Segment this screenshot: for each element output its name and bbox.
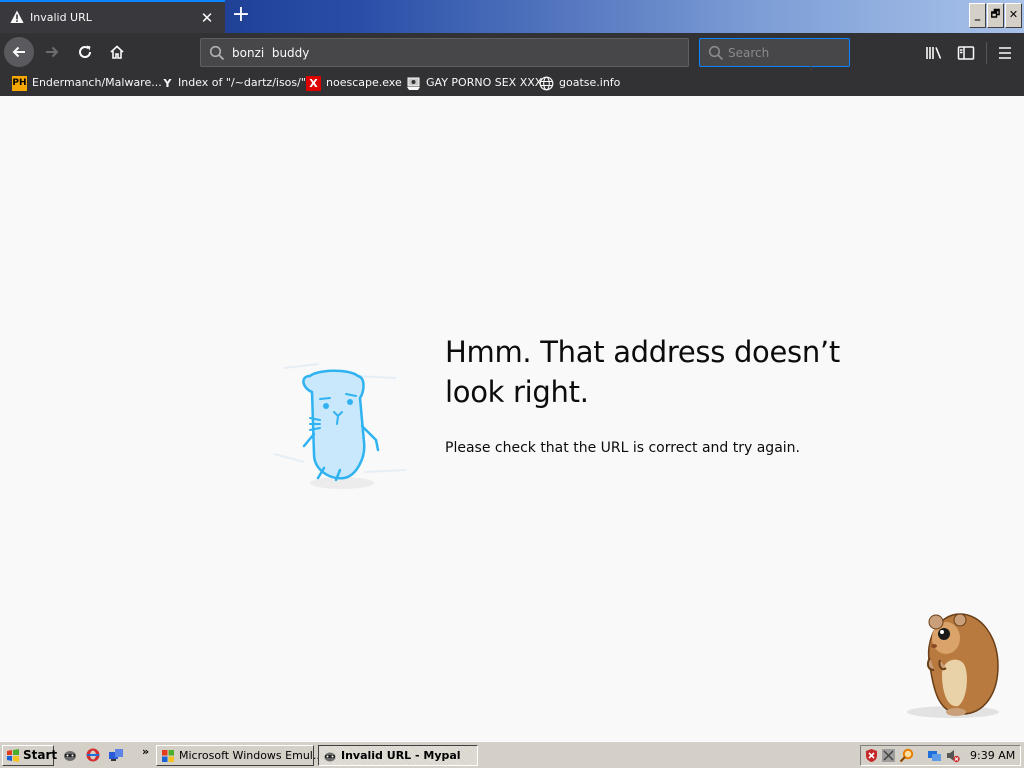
network-folder-icon[interactable]	[108, 747, 124, 763]
tab-title: Invalid URL	[30, 11, 92, 24]
start-button[interactable]: Start	[2, 745, 58, 766]
url-text: bonzi buddy	[232, 46, 310, 60]
minimize-button[interactable]: _	[969, 3, 986, 28]
site-favicon-icon	[407, 77, 420, 90]
globe-icon	[539, 76, 554, 91]
bookmark-label: Index of "/~dartz/isos/"	[178, 76, 306, 89]
sidebar-icon	[957, 46, 975, 60]
yc-logo-icon: Y	[163, 77, 172, 90]
restore-button[interactable]: 🗗	[987, 3, 1004, 28]
task-label: Invalid URL - Mypal	[341, 749, 461, 762]
pornhub-logo-icon: PH	[12, 76, 27, 91]
error-page: Hmm. That address doesn’t look right. Pl…	[0, 96, 1024, 741]
bookmarks-toolbar: PH Endermanch/Malware... Y Index of "/~d…	[0, 71, 1024, 96]
volume-muted-icon[interactable]	[945, 748, 960, 763]
hamster-desktop-pet[interactable]	[898, 608, 1008, 720]
x-logo-icon: X	[306, 76, 321, 91]
search-icon	[708, 45, 724, 61]
settings-tool-icon[interactable]	[881, 748, 896, 763]
windows-logo-icon	[7, 749, 19, 762]
tab-close-icon[interactable]: ✕	[197, 8, 217, 28]
reload-icon	[79, 45, 92, 58]
forward-arrow-icon	[46, 46, 59, 58]
windows-logo-icon	[162, 750, 174, 762]
error-title: Hmm. That address doesn’t look right.	[445, 335, 840, 409]
bookmark-label: goatse.info	[559, 76, 621, 89]
bookmark-label: GAY PORNO SEX XXX	[426, 76, 543, 89]
confused-mascot-illustration	[273, 363, 407, 489]
home-icon	[110, 45, 124, 59]
bookmark-label: Endermanch/Malware...	[32, 76, 162, 89]
opera-browser-icon[interactable]	[85, 747, 101, 763]
tab-invalid-url[interactable]: Invalid URL ✕	[0, 0, 225, 33]
system-tray: 9:39 AM	[860, 745, 1021, 766]
menu-button[interactable]	[995, 43, 1015, 63]
error-description: Please check that the URL is correct and…	[445, 440, 800, 456]
close-button[interactable]: ✕	[1005, 3, 1022, 28]
network-status-icon[interactable]	[927, 748, 942, 763]
clock[interactable]: 9:39 AM	[970, 749, 1015, 762]
url-bar[interactable]: bonzi buddy	[200, 38, 689, 67]
magnifier-icon[interactable]	[899, 748, 914, 763]
task-label: Microsoft Windows Emul...	[179, 749, 324, 762]
back-button[interactable]	[4, 37, 34, 67]
hamburger-menu-icon	[999, 47, 1011, 59]
library-icon	[926, 47, 942, 59]
taskbar: Start » Microsoft Windows Emul... Invali…	[0, 741, 1024, 768]
library-button[interactable]	[924, 43, 944, 63]
quicklaunch-chevron[interactable]: »	[142, 745, 149, 758]
bookmark-label: noescape.exe	[326, 76, 402, 89]
toolbar-separator	[986, 42, 987, 64]
search-bar[interactable]	[699, 38, 850, 67]
nav-toolbar: bonzi buddy	[0, 33, 1024, 71]
window-controls: _ 🗗 ✕	[968, 3, 1022, 29]
mypal-raccoon-icon	[324, 752, 336, 762]
home-button[interactable]	[103, 38, 131, 66]
task-button-windows-emulator[interactable]: Microsoft Windows Emul...	[156, 745, 323, 766]
back-arrow-icon	[12, 46, 25, 58]
start-label: Start	[23, 748, 58, 762]
search-input[interactable]	[728, 44, 843, 61]
new-tab-button[interactable]: +	[229, 4, 253, 28]
raccoon-app-icon[interactable]	[62, 747, 78, 763]
title-bar: Invalid URL ✕ + _ 🗗 ✕	[0, 0, 1024, 33]
forward-button[interactable]	[38, 38, 66, 66]
warning-icon	[10, 10, 24, 23]
reload-button[interactable]	[71, 38, 99, 66]
task-button-mypal[interactable]: Invalid URL - Mypal	[318, 745, 478, 766]
sidebar-button[interactable]	[956, 43, 976, 63]
search-icon	[209, 45, 225, 61]
security-shield-icon[interactable]	[864, 748, 879, 763]
